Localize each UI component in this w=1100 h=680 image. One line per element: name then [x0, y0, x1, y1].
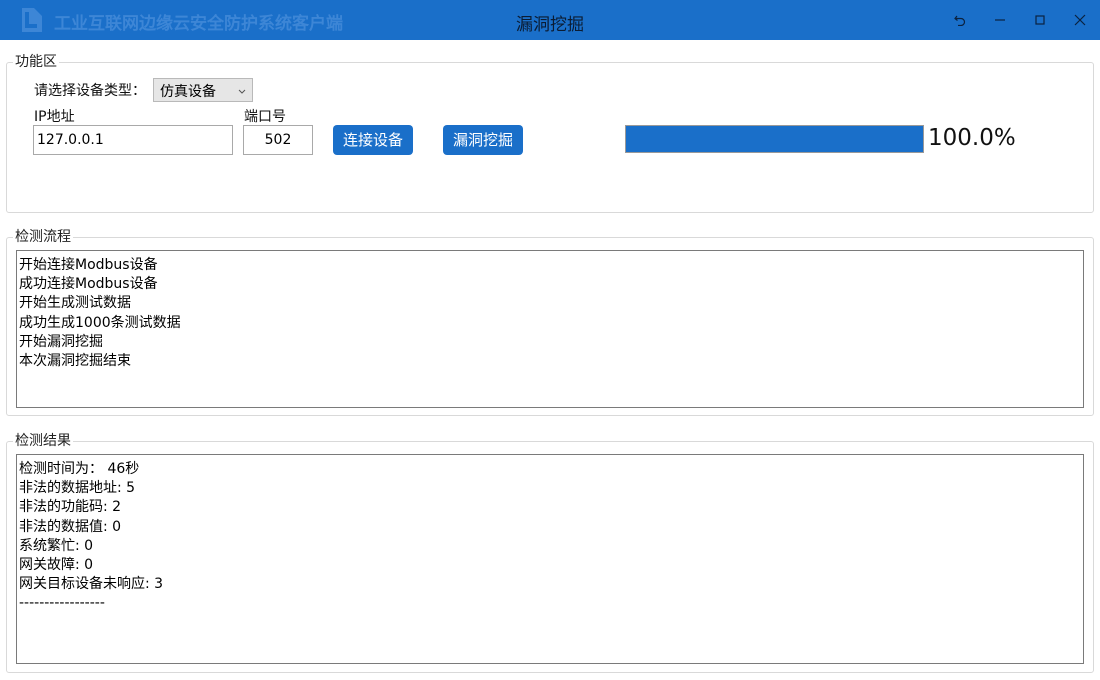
minimize-icon [994, 14, 1006, 26]
chevron-down-icon [238, 83, 246, 99]
result-line: 非法的数据值: 0 [19, 518, 122, 535]
progress-fill [626, 126, 923, 152]
connect-device-button[interactable]: 连接设备 [333, 125, 413, 155]
result-line: 非法的功能码: 2 [19, 499, 122, 516]
results-legend: 检测结果 [13, 433, 73, 449]
result-line: 系统繁忙: 0 [19, 537, 94, 554]
maximize-button[interactable] [1020, 0, 1060, 40]
ip-label: IP地址 [34, 109, 75, 125]
function-area-legend: 功能区 [13, 54, 59, 70]
process-log-textbox[interactable]: 开始连接Modbus设备 成功连接Modbus设备 开始生成测试数据 成功生成1… [16, 250, 1084, 408]
log-line: 成功生成1000条测试数据 [19, 314, 181, 331]
port-input[interactable]: 502 [243, 125, 313, 155]
log-line: 开始连接Modbus设备 [19, 257, 158, 273]
progress-text: 100.0% [928, 125, 1016, 151]
result-line: 非法的数据地址: 5 [19, 480, 136, 497]
window-title: 漏洞挖掘 [516, 15, 584, 35]
title-bar: 工业互联网边缘云安全防护系统客户端 漏洞挖掘 [0, 0, 1100, 40]
log-line: 成功连接Modbus设备 [19, 276, 158, 293]
progress-bar [625, 125, 924, 153]
close-button[interactable] [1060, 0, 1100, 40]
result-line: 网关故障: 0 [19, 557, 94, 574]
process-legend: 检测流程 [13, 229, 73, 245]
results-textbox[interactable]: 检测时间为： 46秒 非法的数据地址: 5 非法的功能码: 2 非法的数据值: … [16, 454, 1084, 664]
result-line: 网关目标设备未响应: 3 [19, 576, 164, 593]
device-type-value: 仿真设备 [160, 84, 216, 100]
close-icon [1074, 14, 1086, 26]
result-line: ----------------- [19, 595, 105, 612]
vulnerability-scan-button[interactable]: 漏洞挖掘 [443, 125, 523, 155]
log-line: 开始生成测试数据 [19, 295, 131, 312]
app-name: 工业互联网边缘云安全防护系统客户端 [54, 14, 343, 34]
device-type-label: 请选择设备类型： [34, 83, 146, 99]
app-logo-icon [18, 6, 46, 34]
device-type-select[interactable]: 仿真设备 [153, 78, 253, 102]
maximize-icon [1035, 15, 1045, 25]
restore-button[interactable] [940, 0, 980, 40]
ip-input[interactable]: 127.0.0.1 [33, 125, 233, 155]
port-label: 端口号 [244, 109, 286, 125]
log-line: 开始漏洞挖掘 [19, 333, 103, 350]
undo-icon [954, 14, 966, 26]
minimize-button[interactable] [980, 0, 1020, 40]
result-line: 检测时间为： 46秒 [19, 461, 140, 477]
log-line: 本次漏洞挖掘结束 [19, 353, 131, 370]
